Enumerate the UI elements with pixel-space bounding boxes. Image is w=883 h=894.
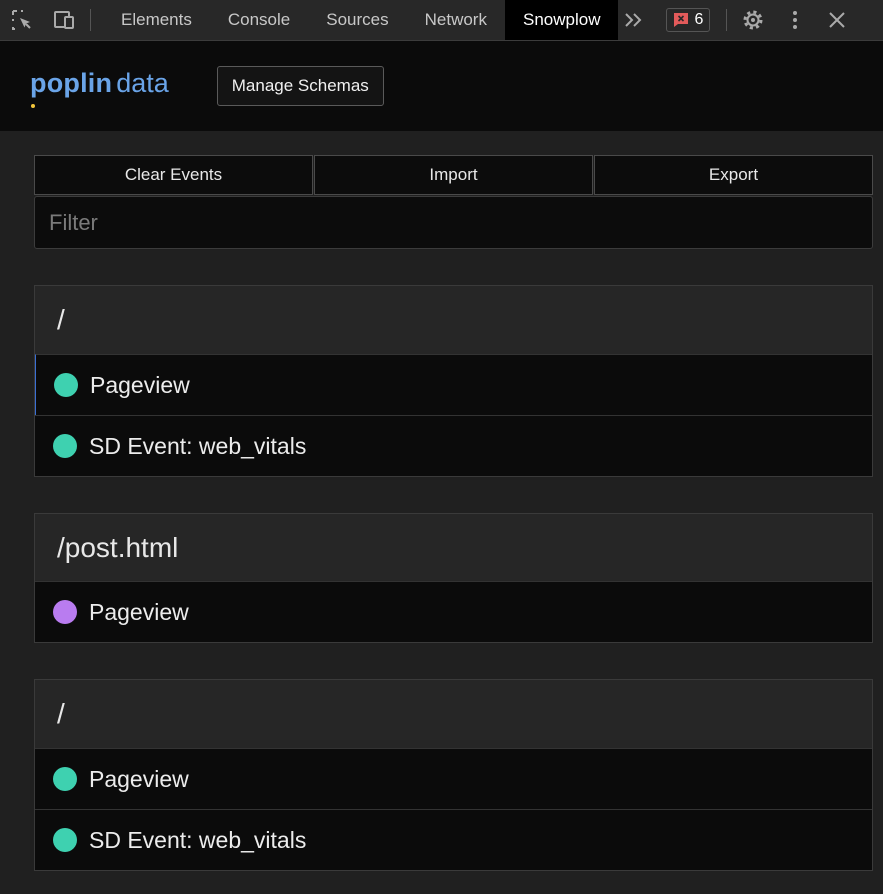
toolbar-separator	[90, 9, 91, 31]
tab-network[interactable]: Network	[407, 0, 505, 40]
event-item[interactable]: Pageview	[35, 354, 872, 415]
logo-secondary-text: data	[116, 67, 169, 98]
logo-dot	[31, 103, 35, 108]
event-item[interactable]: Pageview	[35, 581, 872, 642]
more-tabs-chevron-icon[interactable]	[622, 8, 646, 32]
inspect-element-icon[interactable]	[10, 8, 34, 32]
event-label: Pageview	[89, 598, 189, 625]
group-path: /	[35, 680, 872, 748]
group-path: /	[35, 286, 872, 354]
event-label: SD Event: web_vitals	[89, 826, 307, 853]
tab-snowplow[interactable]: Snowplow	[504, 0, 619, 40]
filter-input[interactable]	[34, 196, 873, 249]
tab-elements[interactable]: Elements	[103, 0, 210, 40]
logo-primary-text: poplin	[30, 67, 113, 98]
manage-schemas-button[interactable]: Manage Schemas	[216, 66, 384, 106]
import-button[interactable]: Import	[314, 155, 593, 195]
event-item[interactable]: Pageview	[35, 748, 872, 809]
event-status-dot	[53, 434, 77, 458]
export-button[interactable]: Export	[594, 155, 873, 195]
event-label: SD Event: web_vitals	[89, 432, 307, 459]
action-bar: Clear Events Import Export	[34, 155, 873, 195]
page-group: / Pageview SD Event: web_vitals	[34, 679, 873, 871]
settings-gear-icon[interactable]	[741, 8, 765, 32]
tab-console[interactable]: Console	[210, 0, 308, 40]
page-group: / Pageview SD Event: web_vitals	[34, 285, 873, 477]
issues-badge[interactable]: 6	[666, 8, 711, 32]
event-status-dot	[54, 373, 78, 397]
toolbar-separator	[726, 9, 728, 31]
devtools-toolbar: Elements Console Sources Network Snowplo…	[0, 0, 883, 41]
close-icon[interactable]	[825, 8, 849, 32]
event-label: Pageview	[89, 765, 189, 792]
main-content: Clear Events Import Export / Pageview SD…	[34, 155, 873, 871]
event-status-dot	[53, 600, 77, 624]
issues-count: 6	[694, 11, 704, 28]
event-item[interactable]: SD Event: web_vitals	[35, 415, 872, 476]
poplin-data-logo: poplin data	[30, 67, 169, 108]
clear-events-button[interactable]: Clear Events	[34, 155, 313, 195]
more-options-icon[interactable]	[783, 8, 807, 32]
issue-flag-icon	[674, 13, 689, 27]
tab-sources[interactable]: Sources	[308, 0, 406, 40]
event-status-dot	[53, 767, 77, 791]
group-path: /post.html	[35, 514, 872, 581]
event-item[interactable]: SD Event: web_vitals	[35, 809, 872, 870]
device-toolbar-icon[interactable]	[52, 8, 76, 32]
page-group: /post.html Pageview	[34, 513, 873, 643]
extension-header: poplin data Manage Schemas	[0, 41, 883, 131]
event-status-dot	[53, 828, 77, 852]
event-label: Pageview	[90, 371, 190, 398]
